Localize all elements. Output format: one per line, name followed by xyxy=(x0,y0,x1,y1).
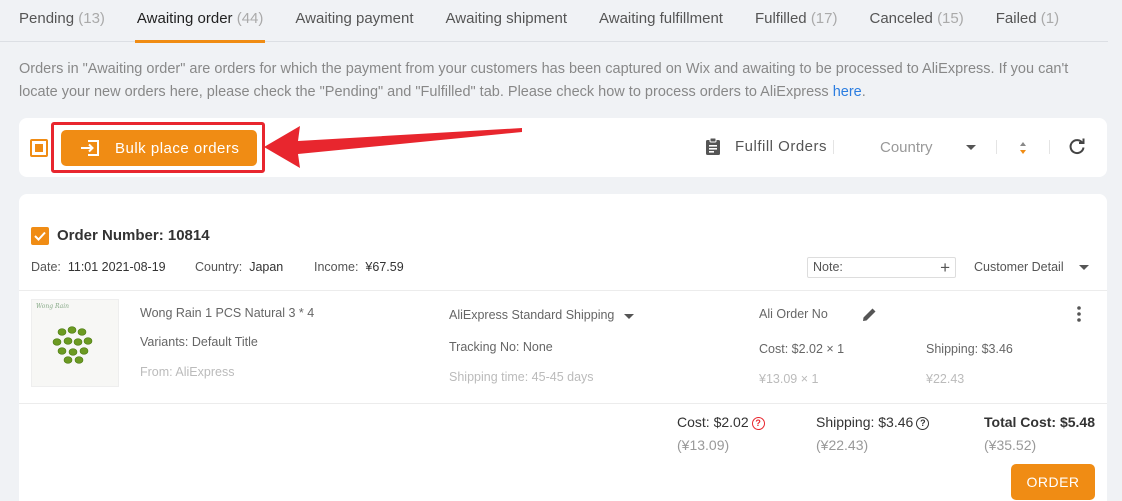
item-shipping: Shipping: $3.46 xyxy=(926,342,1013,356)
product-name[interactable]: Wong Rain 1 PCS Natural 3 * 4 xyxy=(140,306,314,320)
info-end: . xyxy=(861,84,866,100)
chevron-down-icon xyxy=(966,145,976,150)
help-link[interactable]: here xyxy=(833,84,862,100)
country-value: Japan xyxy=(249,260,284,274)
status-tabs: Pending (13) Awaiting order (44) Awaitin… xyxy=(0,0,1108,43)
select-all-checkbox[interactable] xyxy=(30,139,48,157)
summary-shipping-cny: (¥22.43) xyxy=(816,437,869,453)
highlight-box xyxy=(51,122,265,173)
summary-cost-value: Cost: $2.02 xyxy=(677,414,749,430)
order-country: Country: Japan xyxy=(195,260,283,274)
tab-label: Pending xyxy=(19,10,75,27)
product-thumbnail[interactable]: Wong Rain xyxy=(31,299,119,387)
order-card: Order Number: 10814 Date: 11:01 2021-08-… xyxy=(19,194,1107,501)
tab-fulfilled[interactable]: Fulfilled (17) xyxy=(739,0,854,42)
info-body: Orders in "Awaiting order" are orders fo… xyxy=(19,61,1069,100)
summary-shipping-value: Shipping: $3.46 xyxy=(816,414,914,430)
sort-icon[interactable] xyxy=(1017,138,1029,158)
income-label: Income: xyxy=(314,260,359,274)
tab-count: (1) xyxy=(1040,10,1060,27)
tab-label: Awaiting fulfillment xyxy=(599,10,723,27)
clipboard-icon xyxy=(706,137,720,155)
order-checkbox[interactable] xyxy=(31,227,49,245)
divider xyxy=(19,290,1107,291)
tab-awaiting-shipment[interactable]: Awaiting shipment xyxy=(430,0,583,42)
shipping-method-select[interactable]: AliExpress Standard Shipping xyxy=(449,308,614,322)
item-cost-cny: ¥13.09 × 1 xyxy=(759,372,819,386)
thumbnail-brand: Wong Rain xyxy=(36,303,69,310)
date-label: Date: xyxy=(31,260,61,274)
question-icon[interactable]: ? xyxy=(916,417,930,430)
tab-label: Awaiting shipment xyxy=(445,10,567,27)
tab-label: Failed xyxy=(995,10,1037,27)
fulfill-orders-button[interactable]: Fulfill Orders xyxy=(705,137,827,156)
tab-failed[interactable]: Failed (1) xyxy=(980,0,1075,42)
divider xyxy=(19,403,1107,404)
divider xyxy=(833,140,834,154)
ali-order-number: Ali Order No xyxy=(759,307,828,321)
shipping-time: Shipping time: 45-45 days xyxy=(449,370,594,384)
question-icon[interactable]: ? xyxy=(751,417,765,430)
arrow-annotation-icon xyxy=(264,126,522,168)
chevron-down-icon xyxy=(1079,265,1089,270)
order-income: Income: ¥67.59 xyxy=(314,260,404,274)
info-text: Orders in "Awaiting order" are orders fo… xyxy=(19,58,1099,104)
more-options-icon[interactable] xyxy=(1076,305,1082,328)
tab-label: Fulfilled xyxy=(754,10,807,27)
tracking-number: Tracking No: None xyxy=(449,340,553,354)
divider xyxy=(996,140,997,154)
order-date: Date: 11:01 2021-08-19 xyxy=(31,260,166,274)
tab-awaiting-order[interactable]: Awaiting order (44) xyxy=(121,0,279,43)
summary-total-cny: (¥35.52) xyxy=(984,437,1037,453)
product-variants: Variants: Default Title xyxy=(140,335,258,349)
country-label: Country: xyxy=(195,260,243,274)
summary-total: Total Cost: $5.48 xyxy=(984,414,1095,430)
tab-label: Canceled xyxy=(869,10,933,27)
check-icon xyxy=(34,231,46,241)
pencil-icon[interactable] xyxy=(861,306,878,323)
income-value: ¥67.59 xyxy=(365,260,404,274)
summary-shipping: Shipping: $3.46? xyxy=(816,414,930,430)
order-number: Order Number: 10814 xyxy=(57,227,210,244)
note-placeholder: Note: xyxy=(813,260,843,274)
item-shipping-cny: ¥22.43 xyxy=(926,372,965,386)
tab-count: (13) xyxy=(78,10,105,27)
note-input[interactable]: Note: + xyxy=(807,257,956,278)
tab-label: Awaiting payment xyxy=(295,10,414,27)
date-value: 11:01 2021-08-19 xyxy=(67,260,166,274)
summary-cost-cny: (¥13.09) xyxy=(677,437,730,453)
fulfill-orders-label: Fulfill Orders xyxy=(735,138,828,155)
tab-canceled[interactable]: Canceled (15) xyxy=(854,0,980,42)
refresh-icon[interactable] xyxy=(1068,138,1086,156)
country-select[interactable]: Country xyxy=(880,139,933,156)
tab-count: (17) xyxy=(810,10,838,27)
tab-label: Awaiting order xyxy=(136,10,233,27)
plus-icon[interactable]: + xyxy=(940,258,950,277)
tab-count: (15) xyxy=(937,10,964,27)
tab-count: (44) xyxy=(236,10,264,27)
product-image-icon xyxy=(52,326,93,364)
summary-cost: Cost: $2.02? xyxy=(677,414,765,430)
order-button[interactable]: ORDER xyxy=(1011,464,1095,500)
tab-awaiting-fulfillment[interactable]: Awaiting fulfillment xyxy=(583,0,739,42)
product-source: From: AliExpress xyxy=(140,365,235,379)
customer-detail-toggle[interactable]: Customer Detail xyxy=(974,260,1064,274)
item-cost: Cost: $2.02 × 1 xyxy=(759,342,845,356)
divider xyxy=(1049,140,1050,154)
tab-awaiting-payment[interactable]: Awaiting payment xyxy=(279,0,429,42)
chevron-down-icon xyxy=(624,314,634,319)
tab-pending[interactable]: Pending (13) xyxy=(0,0,121,42)
